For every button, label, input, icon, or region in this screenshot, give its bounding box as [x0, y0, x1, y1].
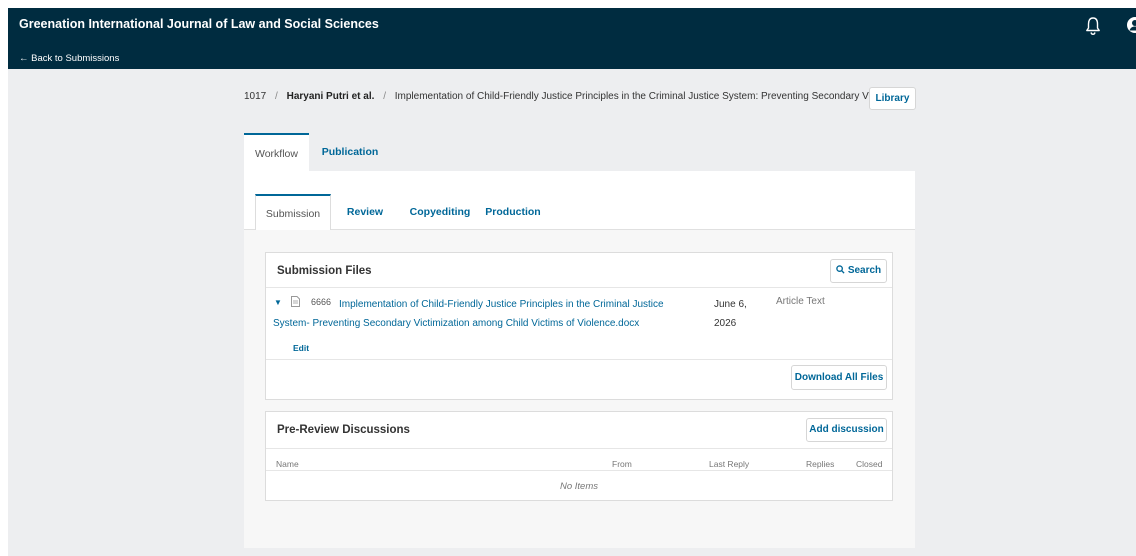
search-button[interactable]: Search: [830, 259, 887, 283]
submission-id: 1017: [244, 91, 267, 102]
pre-review-discussions-card: Pre-Review Discussions Add discussion Na…: [265, 411, 893, 501]
breadcrumb-separator: /: [383, 91, 386, 102]
tab-submission[interactable]: Submission: [255, 194, 331, 230]
divider: [266, 287, 892, 288]
column-header-name[interactable]: Name: [276, 459, 299, 469]
edit-file-link[interactable]: Edit: [293, 343, 309, 353]
back-to-submissions-link[interactable]: ← Back to Submissions: [19, 53, 119, 64]
library-button[interactable]: Library: [869, 87, 916, 110]
tab-review[interactable]: Review: [340, 194, 390, 230]
empty-state-text: No Items: [559, 481, 598, 492]
column-header-last-reply[interactable]: Last Reply: [709, 459, 749, 469]
file-type: Article Text: [776, 296, 825, 307]
tab-publication[interactable]: Publication: [320, 133, 380, 171]
submission-files-card: Submission Files Search ▼ 6666 Implement…: [265, 252, 893, 400]
top-header: Greenation International Journal of Law …: [8, 8, 1136, 69]
tab-production[interactable]: Production: [482, 194, 544, 230]
tab-workflow[interactable]: Workflow: [244, 133, 309, 171]
site-title[interactable]: Greenation International Journal of Law …: [19, 17, 379, 31]
download-all-files-button[interactable]: Download All Files: [791, 365, 887, 390]
discussions-title: Pre-Review Discussions: [277, 424, 410, 436]
breadcrumb-separator: /: [275, 91, 278, 102]
bell-icon[interactable]: [1085, 16, 1101, 36]
file-date: June 6, 2026: [714, 299, 747, 329]
divider: [266, 448, 892, 449]
column-header-closed[interactable]: Closed: [856, 459, 882, 469]
user-icon[interactable]: [1126, 16, 1136, 34]
divider: [266, 470, 892, 471]
search-icon: [836, 265, 845, 274]
tab-copyediting[interactable]: Copyediting: [400, 194, 480, 230]
breadcrumb: 1017 / Haryani Putri et al. / Implementa…: [244, 91, 869, 102]
divider: [266, 359, 892, 360]
submission-title: Implementation of Child-Friendly Justice…: [394, 91, 869, 102]
search-label: Search: [847, 265, 882, 276]
submission-author: Haryani Putri et al.: [286, 91, 375, 102]
add-discussion-button[interactable]: Add discussion: [806, 418, 887, 442]
file-name-link[interactable]: Implementation of Child-Friendly Justice…: [273, 295, 693, 333]
column-header-from[interactable]: From: [612, 459, 632, 469]
submission-files-title: Submission Files: [277, 265, 372, 277]
column-header-replies[interactable]: Replies: [806, 459, 834, 469]
